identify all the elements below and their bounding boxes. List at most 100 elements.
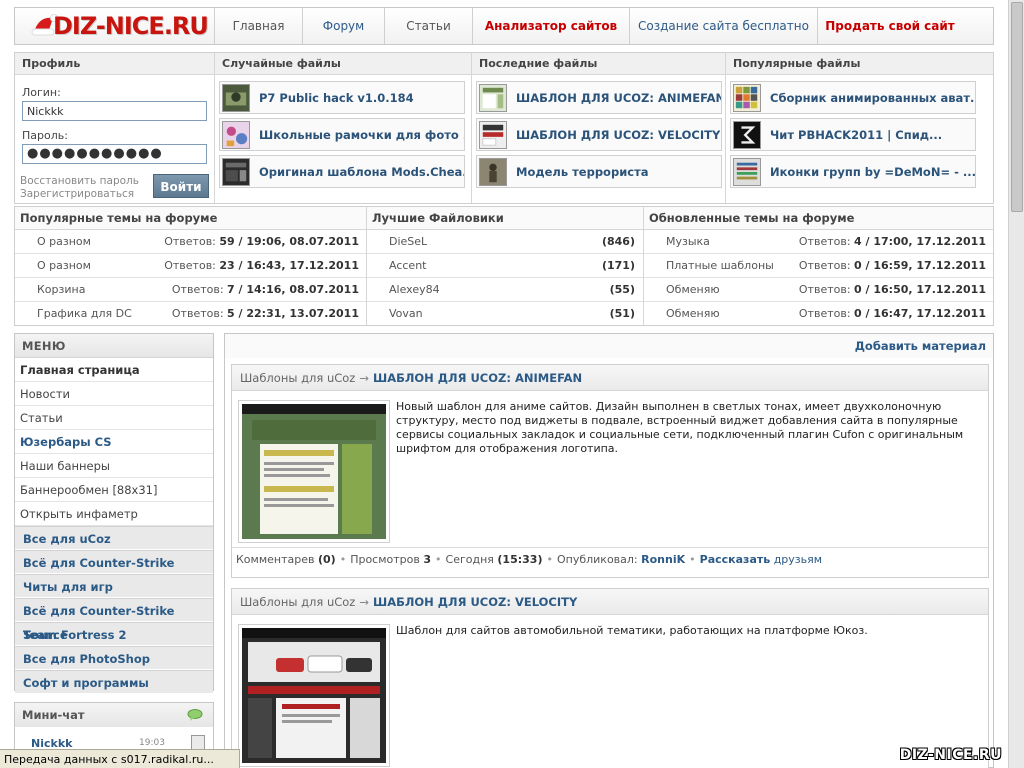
chat-bubble-icon <box>187 709 203 721</box>
file-thumbnail <box>222 120 250 149</box>
login-button[interactable]: Войти <box>153 174 209 198</box>
comments-label: Комментарев <box>236 553 315 566</box>
post-header: Шаблоны для uCoz → ШАБЛОН ДЛЯ UCOZ: ANIMEF… <box>232 365 988 391</box>
menu-item-counter-strike[interactable]: Всё для Counter-Strike <box>15 550 213 574</box>
file-thumbnail <box>733 83 761 112</box>
file-item[interactable]: ШАБЛОН ДЛЯ UCOZ: VELOCITY <box>476 118 722 151</box>
menu-item-cs-source[interactable]: Всё для Counter-Strike Source <box>15 598 213 642</box>
mini-chat-header: Мини-чат <box>15 703 213 727</box>
menu-item-cheats[interactable]: Читы для игр <box>15 574 213 598</box>
topic-row[interactable]: Платные шаблоны Ответов: 0 / 16:59, 17.12… <box>644 254 993 278</box>
uploader-name[interactable]: Accent <box>389 254 426 277</box>
latest-files-panel: Последние файлы ШАБЛОН ДЛЯ UCOZ: ANIMEFA… <box>472 53 726 203</box>
updated-topics-panel: Обновленные темы на форуме Музыка Ответов… <box>644 207 993 325</box>
file-item[interactable]: Иконки групп by =DeMoN= - ... <box>730 155 976 188</box>
uploader-row[interactable]: Vovan (51) <box>367 302 643 326</box>
file-item[interactable]: Школьные рамочки для фото ... <box>219 118 465 151</box>
topic-row[interactable]: О разном Ответов: 23 / 16:43, 17.12.2011 <box>15 254 366 278</box>
topic-row[interactable]: Музыка Ответов: 4 / 17:00, 17.12.2011 <box>644 230 993 254</box>
topic-name[interactable]: О разном <box>37 254 91 277</box>
add-material-link[interactable]: Добавить материал <box>855 339 986 353</box>
uploader-row[interactable]: DieSeL (846) <box>367 230 643 254</box>
login-label: Логин: <box>22 86 61 99</box>
menu-item-infameter[interactable]: Открыть инфаметр <box>15 502 213 526</box>
file-item[interactable]: ШАБЛОН ДЛЯ UCOZ: ANIMEFAN <box>476 81 722 114</box>
scrollbar-thumb[interactable] <box>1011 2 1023 212</box>
post-title[interactable]: ШАБЛОН ДЛЯ UCOZ: ANIMEFAN <box>373 371 582 385</box>
uploader-name[interactable]: DieSeL <box>389 230 427 253</box>
share-friends-link[interactable]: друзьям <box>774 553 822 566</box>
file-item[interactable]: Сборник анимированных ават... <box>730 81 976 114</box>
popular-files-panel: Популярные файлы Сборник анимированных а… <box>726 53 993 203</box>
topic-stats: 0 / 16:50, 17.12.2011 <box>854 283 986 296</box>
menu-item-banner-exchange[interactable]: Баннерообмен [88x31] <box>15 478 213 502</box>
uploader-name[interactable]: Vovan <box>389 302 423 326</box>
post-title[interactable]: ШАБЛОН ДЛЯ UCOZ: VELOCITY <box>373 595 577 609</box>
file-item[interactable]: Оригинал шаблона Mods.Chea... <box>219 155 465 188</box>
uploader-row[interactable]: Alexey84 (55) <box>367 278 643 302</box>
menu-item-photoshop[interactable]: Все для PhotoShop <box>15 646 213 670</box>
menu-item-articles[interactable]: Статьи <box>15 406 213 430</box>
file-item[interactable]: Чит PBHACK2011 | Спид... <box>730 118 976 151</box>
file-thumbnail <box>479 83 507 112</box>
topic-stats: 59 / 19:06, 08.07.2011 <box>219 235 359 248</box>
popular-topics-panel: Популярные темы на форуме О разном Ответо… <box>15 207 367 325</box>
topic-name[interactable]: Корзина <box>37 278 85 301</box>
register-link[interactable]: Зарегистрироваться <box>20 188 139 201</box>
menu-item-news[interactable]: Новости <box>15 382 213 406</box>
menu-item-software[interactable]: Софт и программы <box>15 670 213 694</box>
topic-name[interactable]: Музыка <box>666 230 710 253</box>
file-title: Чит PBHACK2011 | Спид... <box>770 127 943 142</box>
post-description: Новый шаблон для аниме сайтов. Дизайн вы… <box>396 400 964 455</box>
sidebar-menu: МЕНЮ Главная страница Новости Статьи Юзе… <box>14 333 214 694</box>
forum-row: Популярные темы на форуме О разном Ответо… <box>14 206 994 326</box>
topic-row[interactable]: Корзина Ответов: 7 / 14:16, 08.07.2011 <box>15 278 366 302</box>
post-screenshot <box>242 628 386 763</box>
menu-title: МЕНЮ <box>15 334 213 358</box>
nav-articles[interactable]: Статьи <box>385 8 473 44</box>
topic-stats: 4 / 17:00, 17.12.2011 <box>854 235 986 248</box>
share-link[interactable]: Рассказать <box>700 553 771 566</box>
file-thumbnail <box>479 157 507 186</box>
browser-status-bar: Передача данных с s017.radikal.ru... <box>0 749 240 768</box>
post-thumbnail[interactable] <box>238 624 390 767</box>
post-category[interactable]: Шаблоны для uCoz <box>240 371 355 385</box>
menu-item-home[interactable]: Главная страница <box>15 358 213 382</box>
topic-name[interactable]: Обменяю <box>666 278 720 301</box>
page-scrollbar[interactable] <box>1008 0 1024 768</box>
post-screenshot <box>242 404 386 539</box>
topic-row[interactable]: Обменяю Ответов: 0 / 16:50, 17.12.2011 <box>644 278 993 302</box>
logo-text: DIZ-NICE.RU <box>53 12 209 40</box>
password-input[interactable]: ●●●●●●●●●●● <box>22 144 207 164</box>
topic-row[interactable]: Обменяю Ответов: 0 / 16:47, 17.12.2011 <box>644 302 993 326</box>
menu-item-tf2[interactable]: Team Fortress 2 <box>15 622 213 646</box>
nav-create-site[interactable]: Создание сайта бесплатно <box>630 8 818 44</box>
uploader-name[interactable]: Alexey84 <box>389 278 440 301</box>
post-thumbnail[interactable] <box>238 400 390 543</box>
restore-password-link[interactable]: Восстановить пароль <box>20 175 139 188</box>
topic-row[interactable]: Графика для DC Ответов: 5 / 22:31, 13.07.… <box>15 302 366 326</box>
topic-row[interactable]: О разном Ответов: 59 / 19:06, 08.07.2011 <box>15 230 366 254</box>
nav-site-analyzer[interactable]: Анализатор сайтов <box>473 8 630 44</box>
login-input[interactable]: Nickkk <box>22 101 207 121</box>
replies-label: Ответов: <box>798 307 851 320</box>
nav-home[interactable]: Главная <box>215 8 303 44</box>
nav-sell-site[interactable]: Продать свой сайт <box>818 8 962 44</box>
nav-forum[interactable]: Форум <box>303 8 385 44</box>
uploader-count: (55) <box>609 283 635 296</box>
menu-item-ucoz[interactable]: Все для uCoz <box>15 526 213 550</box>
files-row: Профиль Логин: Nickkk Пароль: ●●●●●●●●●●… <box>14 52 994 204</box>
file-item[interactable]: Модель террориста <box>476 155 722 188</box>
topic-name[interactable]: Платные шаблоны <box>666 254 774 277</box>
menu-item-userbars[interactable]: Юзербары CS <box>15 430 213 454</box>
topic-name[interactable]: Обменяю <box>666 302 720 326</box>
author-link[interactable]: RonniK <box>641 553 685 566</box>
menu-item-banners[interactable]: Наши баннеры <box>15 454 213 478</box>
file-item[interactable]: P7 Public hack v1.0.184 <box>219 81 465 114</box>
post-category[interactable]: Шаблоны для uCoz <box>240 595 355 609</box>
site-logo[interactable]: DIZ-NICE.RU <box>15 8 215 44</box>
comments-count[interactable]: (0) <box>318 553 336 566</box>
uploader-row[interactable]: Accent (171) <box>367 254 643 278</box>
topic-name[interactable]: Графика для DC <box>37 302 132 326</box>
topic-name[interactable]: О разном <box>37 230 91 253</box>
